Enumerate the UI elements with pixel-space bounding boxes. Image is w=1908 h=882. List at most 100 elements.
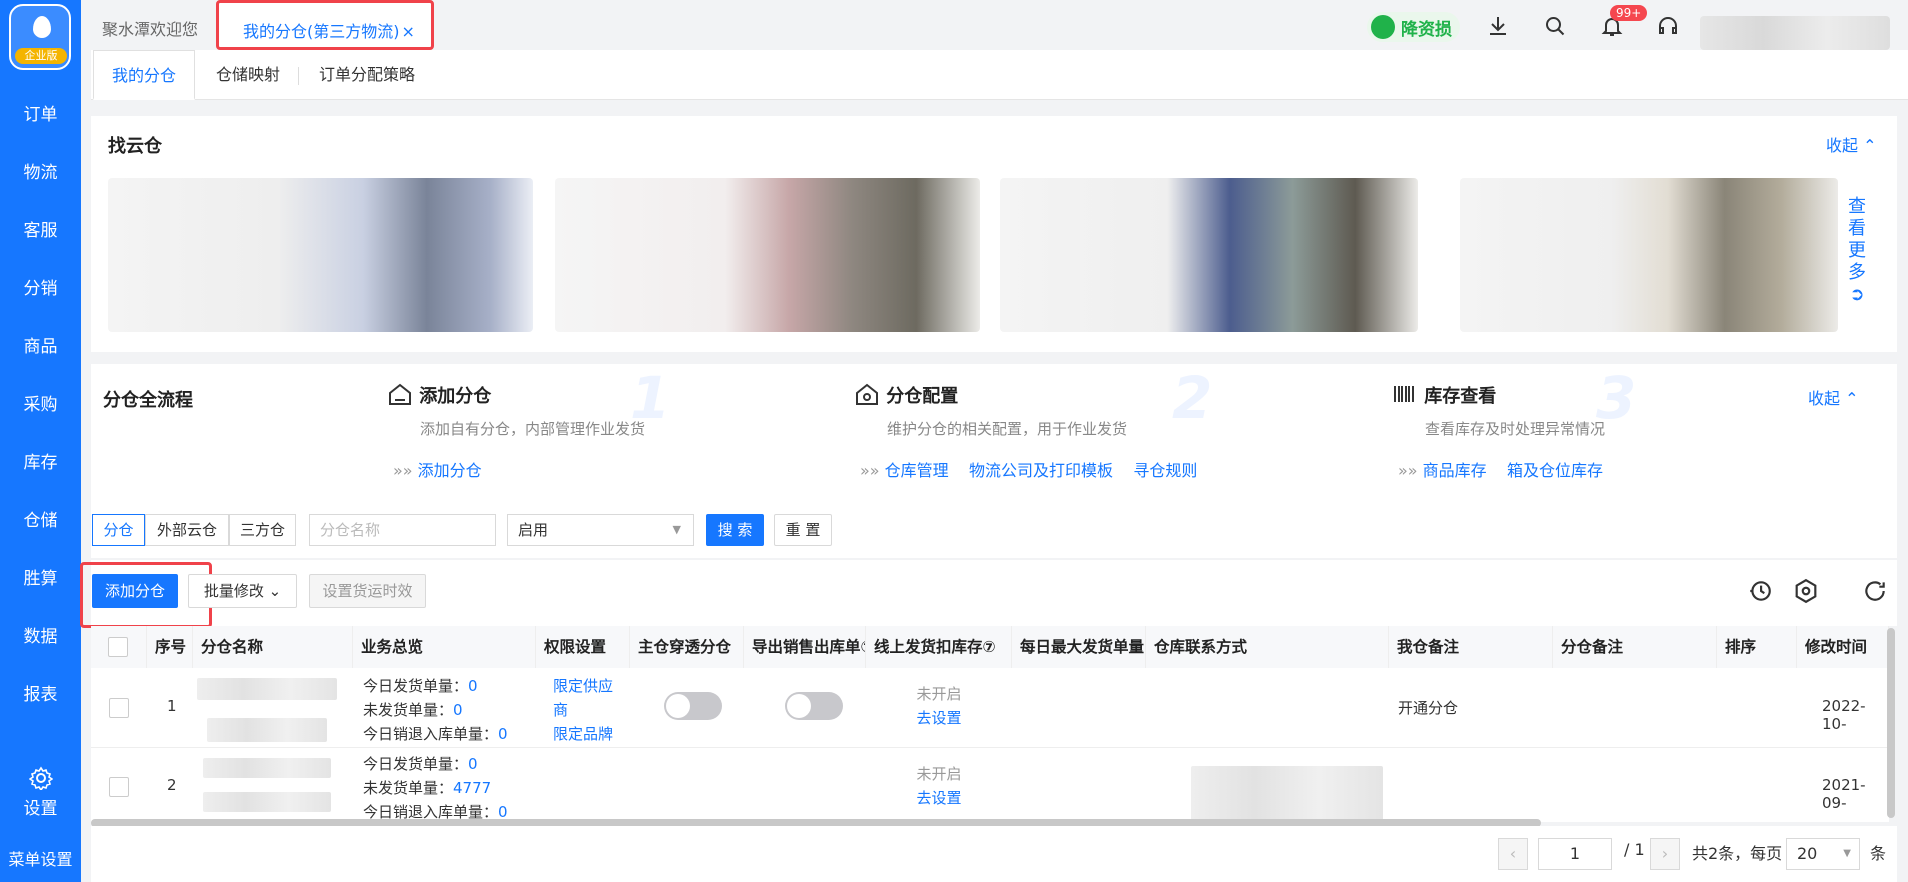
refresh-icon[interactable]: [1862, 578, 1888, 604]
link-logistics-templates[interactable]: 物流公司及打印模板: [969, 461, 1113, 480]
batch-edit-dropdown[interactable]: 批量修改 ⌄: [188, 574, 297, 608]
deduct-status: 未开启: [916, 685, 962, 703]
overview-value[interactable]: 0: [468, 755, 478, 773]
reset-button[interactable]: 重 置: [774, 514, 832, 546]
step-title: 库存查看: [1392, 382, 1605, 408]
permission-link-supplier[interactable]: 限定供应: [553, 674, 613, 698]
status-select[interactable]: 启用 ▼: [507, 514, 694, 546]
sidebar-item-shengsuan[interactable]: 胜算: [0, 564, 81, 589]
column-header: 业务总览: [353, 626, 536, 668]
set-shipping-time-button[interactable]: 设置货运时效: [309, 574, 426, 608]
subsidy-button[interactable]: 降资损: [1367, 12, 1460, 42]
export-sales-toggle[interactable]: [785, 692, 843, 720]
overview-line: 今日销退入库单量：0: [363, 722, 508, 746]
permission-link-brand[interactable]: 限定品牌: [553, 722, 613, 746]
warehouse-card-image[interactable]: [1460, 178, 1838, 332]
sidebar-item-orders[interactable]: 订单: [0, 100, 81, 125]
app-logo[interactable]: 企业版: [9, 4, 71, 70]
sidebar-item-inventory[interactable]: 库存: [0, 448, 81, 473]
main-penetration-toggle[interactable]: [664, 692, 722, 720]
link-bin-inventory[interactable]: 箱及仓位库存: [1507, 461, 1603, 480]
view-more-link[interactable]: 查 看 更 多 ➲: [1838, 168, 1876, 338]
settings-icon[interactable]: [1793, 578, 1819, 604]
double-chevron-icon: »»: [393, 461, 413, 480]
row-checkbox[interactable]: [109, 698, 129, 718]
flow-step-add: 添加分仓 添加自有分仓，内部管理作业发货 »» 添加分仓: [387, 382, 645, 481]
sidebar-item-reports[interactable]: 报表: [0, 680, 81, 705]
overview-value[interactable]: 4777: [453, 779, 491, 797]
sidebar-item-logistics[interactable]: 物流: [0, 158, 81, 183]
row-checkbox[interactable]: [109, 777, 129, 797]
tab-my-warehouses[interactable]: 我的分仓(第三方物流) ×: [216, 0, 434, 50]
column-header: 权限设置: [536, 626, 630, 668]
headset-icon[interactable]: [1656, 14, 1680, 38]
segment-external-cloud[interactable]: 外部云仓: [145, 514, 229, 546]
prev-page-button[interactable]: ‹: [1498, 838, 1528, 870]
row-seq: 2: [167, 776, 177, 794]
total-pages: / 1: [1624, 840, 1645, 859]
more-char: 查: [1848, 196, 1866, 217]
link-warehouse-management[interactable]: 仓库管理: [885, 461, 949, 480]
link-product-inventory[interactable]: 商品库存: [1423, 461, 1487, 480]
select-all-checkbox[interactable]: [108, 637, 128, 657]
overview-label: 今日发货单量：: [363, 755, 469, 773]
logo-drop-icon: [33, 16, 51, 38]
chevron-up-icon: ⌃: [1845, 389, 1859, 408]
sub-tabs: 我的分仓 仓储映射 订单分配策略: [91, 50, 1908, 100]
settings-label: 设置: [23, 799, 58, 819]
sidebar-item-purchase[interactable]: 采购: [0, 390, 81, 415]
sidebar-item-distribution[interactable]: 分销: [0, 274, 81, 299]
sidebar-item-products[interactable]: 商品: [0, 332, 81, 357]
menu-settings[interactable]: 菜单设置: [0, 846, 81, 870]
segment-third-party[interactable]: 三方仓: [229, 514, 296, 546]
page-size-value: 20: [1797, 844, 1818, 863]
link-warehouse-rules[interactable]: 寻仓规则: [1133, 461, 1197, 480]
warehouse-card-image[interactable]: [1000, 178, 1418, 332]
search-icon[interactable]: [1543, 14, 1567, 38]
permission-link-supplier-cont[interactable]: 商: [553, 698, 613, 722]
link-add-warehouse[interactable]: 添加分仓: [418, 461, 482, 480]
cloud-collapse-link[interactable]: 收起 ⌃: [1826, 132, 1877, 156]
column-header: 我仓备注: [1389, 626, 1553, 668]
warehouse-name-input[interactable]: 分仓名称: [309, 514, 496, 546]
tab-welcome[interactable]: 聚水潭欢迎您: [102, 16, 198, 40]
overview-value[interactable]: 0: [468, 677, 478, 695]
my-note: 开通分仓: [1398, 699, 1459, 717]
go-settings-link[interactable]: 去设置: [866, 706, 1012, 730]
business-overview: 今日发货单量：0 未发货单量：0 今日销退入库单量：0: [363, 674, 508, 746]
warehouse-card-image[interactable]: [108, 178, 533, 332]
step-desc: 添加自有分仓，内部管理作业发货: [420, 420, 646, 438]
column-header-select: [91, 626, 147, 668]
sidebar-settings[interactable]: 设置: [0, 766, 81, 819]
history-icon[interactable]: [1747, 578, 1773, 604]
subtab-storage-mapping[interactable]: 仓储映射: [216, 50, 280, 100]
warehouse-card-image[interactable]: [555, 178, 980, 332]
search-button[interactable]: 搜 索: [706, 514, 764, 546]
double-chevron-icon: »»: [860, 461, 880, 480]
overview-value[interactable]: 0: [498, 725, 508, 743]
overview-label: 今日销退入库单量：: [363, 725, 499, 743]
close-icon[interactable]: ×: [402, 22, 415, 41]
subsidy-label: 降资损: [1401, 19, 1452, 40]
sidebar-item-storage[interactable]: 仓储: [0, 506, 81, 531]
overview-line: 今日发货单量：0: [363, 752, 508, 776]
overview-value[interactable]: 0: [453, 701, 463, 719]
subtab-my-warehouses[interactable]: 我的分仓: [93, 50, 196, 100]
segment-warehouse[interactable]: 分仓: [92, 514, 145, 546]
next-page-button[interactable]: ›: [1650, 838, 1680, 870]
subtab-order-allocation[interactable]: 订单分配策略: [319, 50, 415, 100]
deduct-inventory-cell: 未开启 去设置: [866, 762, 1012, 810]
page-input[interactable]: 1: [1538, 838, 1612, 870]
notification-badge: 99+: [1610, 5, 1648, 21]
download-icon[interactable]: [1486, 14, 1510, 38]
user-account[interactable]: [1700, 16, 1890, 50]
page-size-select[interactable]: 20 ▼: [1786, 838, 1860, 870]
column-header: 主仓穿透分仓: [630, 626, 744, 668]
sidebar-item-data[interactable]: 数据: [0, 622, 81, 647]
flow-collapse-link[interactable]: 收起 ⌃: [1808, 385, 1859, 409]
step-title-text: 分仓配置: [886, 386, 959, 407]
vertical-scrollbar[interactable]: [1887, 628, 1895, 818]
go-settings-link[interactable]: 去设置: [866, 786, 1012, 810]
step-links: »» 仓库管理 物流公司及打印模板 寻仓规则: [860, 457, 1197, 481]
sidebar-item-customer-service[interactable]: 客服: [0, 216, 81, 241]
